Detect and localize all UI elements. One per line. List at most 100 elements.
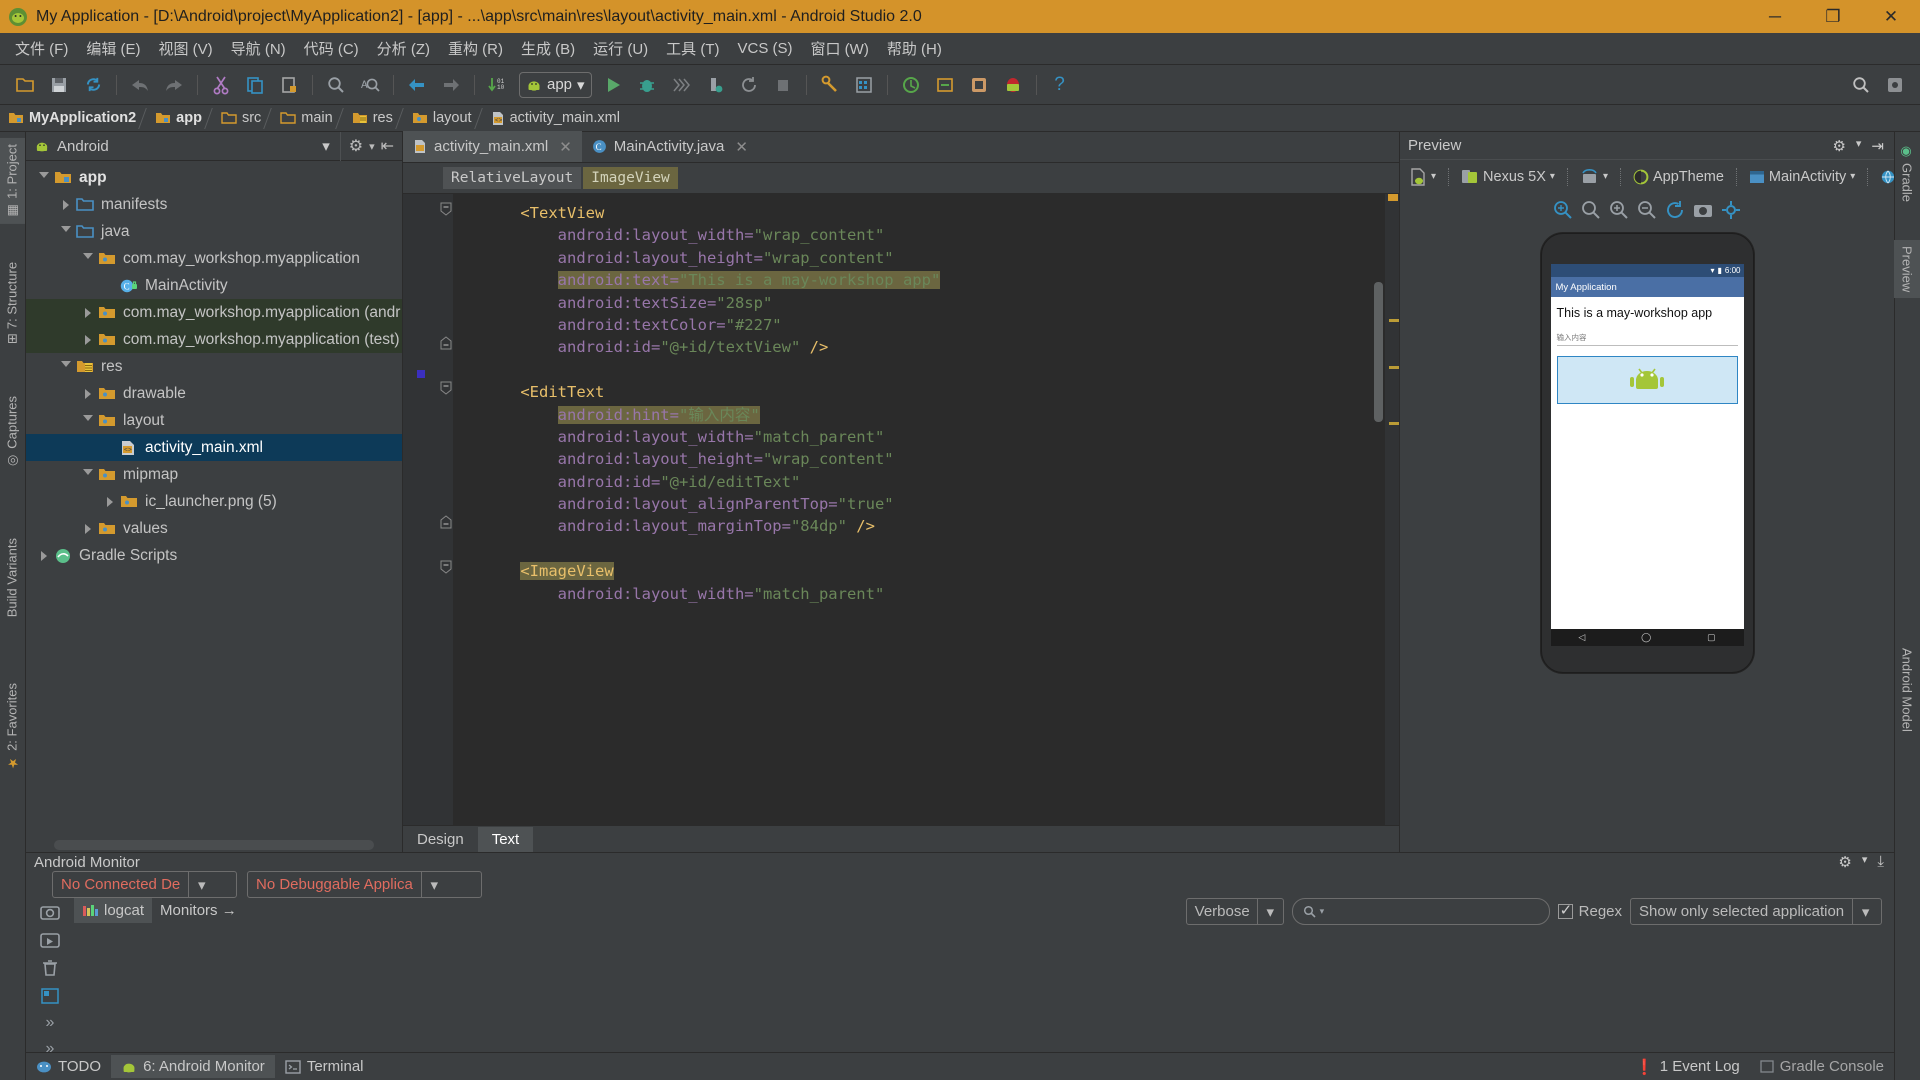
editor-gutter[interactable] bbox=[403, 194, 439, 825]
code-line[interactable]: android:id="@+id/textView" /> bbox=[453, 336, 1385, 358]
refresh-render-icon[interactable] bbox=[1664, 199, 1686, 221]
log-level-combo[interactable]: Verbose ▾ bbox=[1185, 898, 1284, 925]
rail-tab-build-variants[interactable]: Build Variants bbox=[0, 532, 25, 623]
breadcrumb-item-src[interactable]: src bbox=[217, 105, 267, 132]
breadcrumb-item-layout[interactable]: layout bbox=[408, 105, 478, 132]
regex-checkbox-row[interactable]: Regex bbox=[1557, 901, 1622, 920]
rail-tab-project[interactable]: ▦ 1: Project bbox=[0, 138, 25, 224]
chevron-down-icon[interactable]: ▾ bbox=[1256, 899, 1283, 924]
paste-icon[interactable] bbox=[274, 70, 304, 100]
tree-node-com-may-workshop-myapplication-andr[interactable]: com.may_workshop.myapplication (andr bbox=[26, 299, 402, 326]
fold-collapse-icon[interactable] bbox=[440, 202, 452, 216]
menu-item-analyze[interactable]: 分析 (Z) bbox=[368, 35, 439, 62]
code-line[interactable]: android:layout_height="wrap_content" bbox=[453, 247, 1385, 269]
breadcrumb-item-res[interactable]: res bbox=[348, 105, 399, 132]
forward-icon[interactable] bbox=[436, 70, 466, 100]
settings-gear-icon[interactable]: ⚙ bbox=[1832, 137, 1845, 155]
tree-node-values[interactable]: values bbox=[26, 515, 402, 542]
tool-window-event-log[interactable]: ❗ 1 Event Log bbox=[1625, 1055, 1750, 1079]
tree-expander-open[interactable] bbox=[34, 172, 54, 183]
code-line[interactable]: android:layout_marginTop="84dp" /> bbox=[453, 515, 1385, 537]
chevron-down-icon[interactable]: ▾ bbox=[1550, 171, 1555, 182]
redo-icon[interactable] bbox=[159, 70, 189, 100]
minimize-button[interactable]: ─ bbox=[1746, 0, 1804, 33]
chevron-down-icon[interactable]: ▾ bbox=[1862, 853, 1868, 871]
help-icon[interactable]: ? bbox=[1045, 70, 1075, 100]
preview-settings-icon[interactable] bbox=[1720, 199, 1742, 221]
chevron-down-icon[interactable]: ▾ bbox=[1850, 171, 1855, 182]
debug-icon[interactable] bbox=[632, 70, 662, 100]
tree-expander-closed[interactable] bbox=[100, 496, 120, 507]
code-text[interactable]: <TextView android:layout_width="wrap_con… bbox=[453, 194, 1385, 825]
device-selector-combo[interactable]: No Connected De ▾ bbox=[52, 871, 237, 898]
code-line[interactable]: android:layout_height="wrap_content" bbox=[453, 448, 1385, 470]
chevron-down-icon[interactable]: ▾ bbox=[1852, 899, 1878, 924]
rail-tab-preview[interactable]: Preview bbox=[1894, 240, 1920, 299]
compile-icon[interactable]: 01 10 bbox=[483, 70, 513, 100]
screen-record-icon[interactable] bbox=[39, 930, 61, 950]
component-chip-relativelayout[interactable]: RelativeLayout bbox=[443, 167, 582, 189]
tree-expander-closed[interactable] bbox=[56, 199, 76, 210]
code-line[interactable]: android:layout_alignParentTop="true" bbox=[453, 493, 1385, 515]
copy-icon[interactable] bbox=[240, 70, 270, 100]
chevron-down-icon[interactable]: ▾ bbox=[1603, 171, 1608, 182]
rail-tab-structure[interactable]: ⊞ 7: Structure bbox=[0, 256, 25, 350]
preview-canvas[interactable]: ▾ ▮ 6:00 My Application This is a may-wo… bbox=[1400, 227, 1894, 852]
config-file-selector[interactable]: ▾ bbox=[1406, 166, 1440, 188]
run-configuration-selector[interactable]: app ▾ bbox=[519, 71, 592, 98]
tree-node-res[interactable]: res bbox=[26, 353, 402, 380]
monitor-tab-monitors[interactable]: Monitors → bbox=[152, 898, 245, 923]
menu-item-window[interactable]: 窗口 (W) bbox=[802, 35, 878, 62]
code-line[interactable]: android:id="@+id/editText" bbox=[453, 471, 1385, 493]
tree-node-mipmap[interactable]: mipmap bbox=[26, 461, 402, 488]
menu-item-refactor[interactable]: 重构 (R) bbox=[439, 35, 512, 62]
code-line[interactable]: android:textSize="28sp" bbox=[453, 292, 1385, 314]
code-line[interactable]: android:text="This is a may-workshop app… bbox=[453, 269, 1385, 291]
tree-node-com-may-workshop-myapplication[interactable]: com.may_workshop.myapplication bbox=[26, 245, 402, 272]
menu-item-code[interactable]: 代码 (C) bbox=[295, 35, 368, 62]
vcs-history-icon[interactable] bbox=[964, 70, 994, 100]
code-line[interactable]: <TextView bbox=[453, 202, 1385, 224]
tree-node-java[interactable]: java bbox=[26, 218, 402, 245]
project-tree-hscrollbar[interactable] bbox=[54, 840, 374, 850]
menu-item-help[interactable]: 帮助 (H) bbox=[878, 35, 951, 62]
code-line[interactable] bbox=[453, 538, 1385, 560]
close-icon[interactable]: ✕ bbox=[735, 138, 748, 156]
save-all-icon[interactable] bbox=[44, 70, 74, 100]
rail-tab-captures[interactable]: ◎ Captures bbox=[0, 390, 25, 474]
tree-expander-closed[interactable] bbox=[78, 388, 98, 399]
component-chip-imageview[interactable]: ImageView bbox=[583, 167, 678, 189]
fold-collapse-icon[interactable] bbox=[440, 560, 452, 574]
chevron-down-icon[interactable]: ▾ bbox=[577, 76, 585, 94]
hide-panel-icon[interactable]: ⇥ bbox=[1871, 137, 1884, 155]
menu-item-file[interactable]: 文件 (F) bbox=[6, 35, 77, 62]
settings-gear-icon[interactable]: ⚙ bbox=[1838, 853, 1851, 871]
menu-item-build[interactable]: 生成 (B) bbox=[512, 35, 584, 62]
rail-tab-gradle[interactable]: ◉ Gradle bbox=[1894, 138, 1920, 208]
sdk-manager-icon[interactable] bbox=[815, 70, 845, 100]
fold-collapse-icon[interactable] bbox=[440, 381, 452, 395]
layout-inspector-icon[interactable] bbox=[39, 986, 61, 1006]
menu-item-view[interactable]: 视图 (V) bbox=[150, 35, 222, 62]
sync-gradle-icon[interactable] bbox=[78, 70, 108, 100]
theme-selector[interactable]: AppTheme bbox=[1629, 167, 1728, 187]
tab-text[interactable]: Text bbox=[477, 826, 534, 852]
screenshot-icon[interactable] bbox=[1692, 199, 1714, 221]
instant-run-icon[interactable] bbox=[666, 70, 696, 100]
regex-checkbox[interactable] bbox=[1557, 901, 1573, 919]
editor-tab-mainactivity-java[interactable]: C MainActivity.java ✕ bbox=[582, 131, 758, 162]
tree-node-layout[interactable]: layout bbox=[26, 407, 402, 434]
tree-expander-open[interactable] bbox=[78, 253, 98, 264]
logcat-search-input[interactable]: ▾ bbox=[1291, 898, 1550, 925]
chevron-down-icon[interactable]: ▾ bbox=[322, 137, 330, 155]
breadcrumb-item-activity-main-xml[interactable]: <> activity_main.xml bbox=[487, 105, 626, 132]
rerun-icon[interactable] bbox=[734, 70, 764, 100]
editor-fold-column[interactable] bbox=[439, 194, 453, 825]
settings-gear-icon[interactable]: ⚙ bbox=[349, 136, 363, 156]
tree-node-com-may-workshop-myapplication-test[interactable]: com.may_workshop.myapplication (test) bbox=[26, 326, 402, 353]
code-line[interactable]: android:layout_width="wrap_content" bbox=[453, 224, 1385, 246]
chevron-down-icon[interactable]: ▾ bbox=[369, 140, 375, 153]
tree-expander-closed[interactable] bbox=[34, 550, 54, 561]
device-selector[interactable]: Nexus 5X ▾ bbox=[1457, 166, 1559, 187]
menu-item-tools[interactable]: 工具 (T) bbox=[657, 35, 728, 62]
